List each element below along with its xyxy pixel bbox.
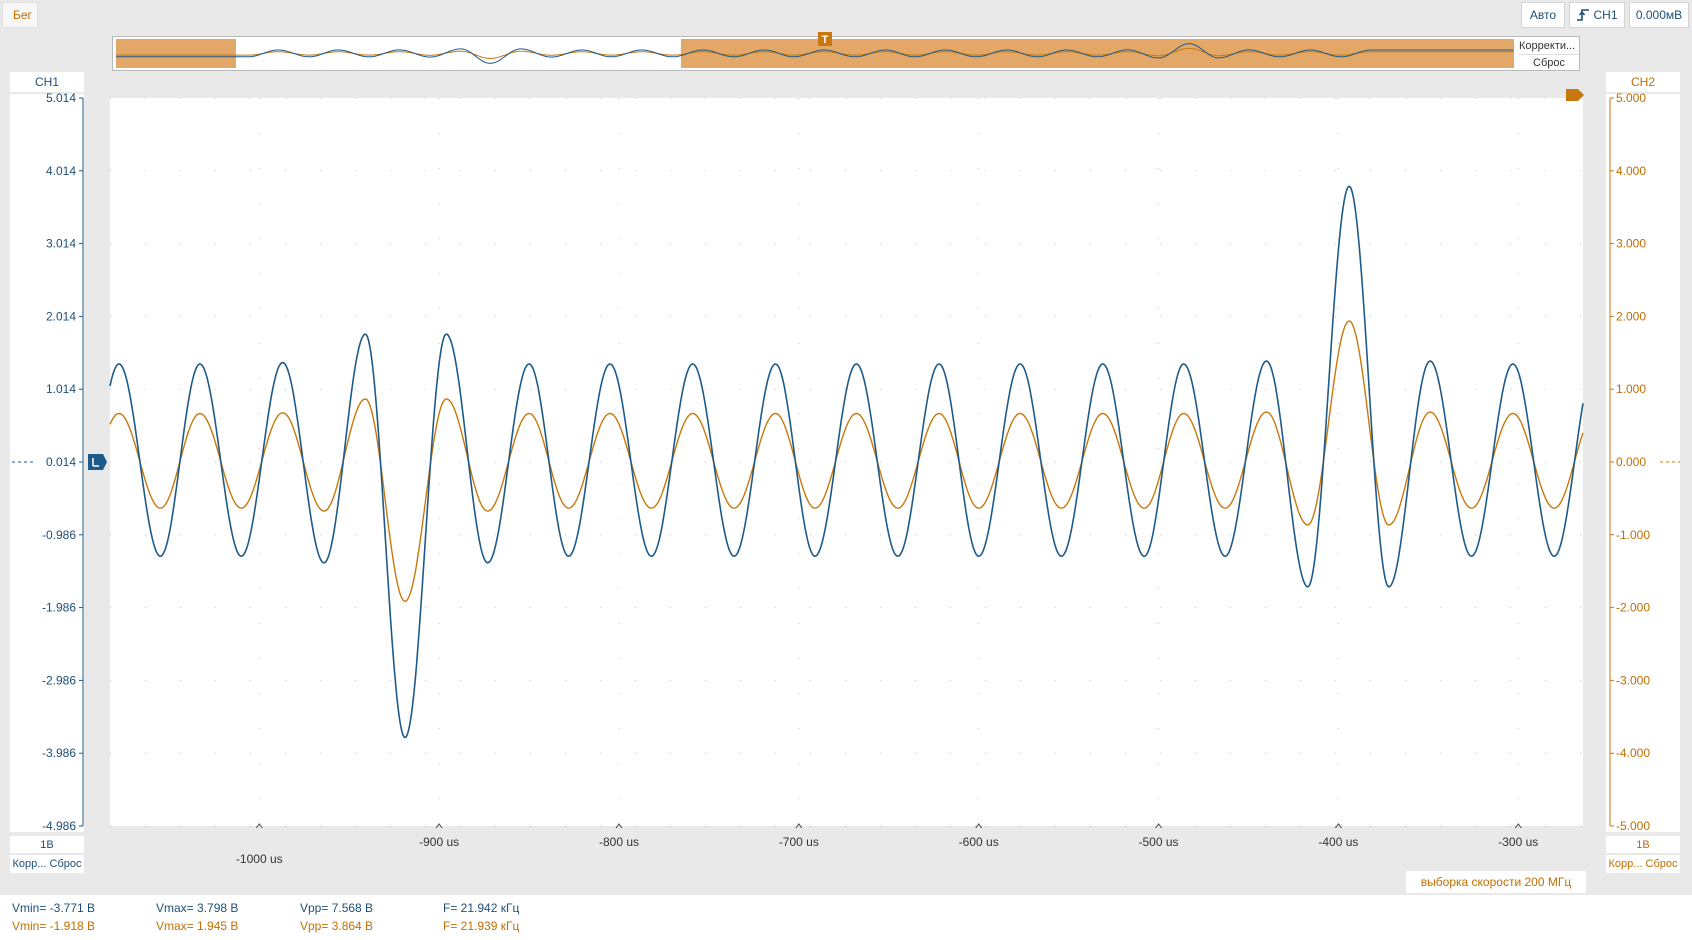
ch1-tick-label: 0.014 <box>46 455 76 469</box>
ch2-tick-label: 3.000 <box>1616 237 1646 251</box>
ch1-tick-label: 5.014 <box>46 91 76 105</box>
ch1-vmax: Vmax= 3.798 В <box>156 901 239 915</box>
ch1-vmin: Vmin= -3.771 В <box>12 901 96 915</box>
ch2-tick-label: -5.000 <box>1616 819 1650 833</box>
ch1-freq: F= 21.942 кГц <box>443 901 520 915</box>
ch2-vmin: Vmin= -1.918 В <box>12 919 96 933</box>
ch1-correct-reset[interactable]: Корр... Сброс <box>10 855 84 873</box>
ch2-vpp: Vpp= 3.864 В <box>300 919 374 933</box>
ch1-tick-label: 4.014 <box>46 164 76 178</box>
ch2-freq: F= 21.939 кГц <box>443 919 520 933</box>
ch2-tick-label: -3.000 <box>1616 673 1650 687</box>
ch1-scale-text: 1В <box>40 838 54 851</box>
ch2-tick-label: 0.000 <box>1616 455 1646 469</box>
ch2-correct-reset-text: Корр... Сброс <box>1608 858 1678 870</box>
ch1-vpp: Vpp= 7.568 В <box>300 901 374 915</box>
ch1-tick-label: -0.986 <box>42 528 76 542</box>
x-tick-label: -400 us <box>1318 835 1358 849</box>
ch2-vmax: Vmax= 1.945 В <box>156 919 239 933</box>
sample-rate-text: выборка скорости 200 МГц <box>1420 875 1572 889</box>
ch2-correct-reset[interactable]: Корр... Сброс <box>1606 855 1680 873</box>
ch2-tick-label: 5.000 <box>1616 91 1646 105</box>
ch1-tick-label: 1.014 <box>46 382 76 396</box>
ch1-tick-label: -4.986 <box>42 819 76 833</box>
plot-area <box>110 98 1583 826</box>
x-tick-label: -500 us <box>1139 835 1179 849</box>
ch2-tick-label: 1.000 <box>1616 382 1646 396</box>
overview-highlight-left <box>116 39 236 68</box>
oscilloscope-plot[interactable]: 5.014 4.014 3.014 2.014 1.014 0.014 -0.986 -1.9… <box>0 0 1692 940</box>
ch2-tick-label: 4.000 <box>1616 164 1646 178</box>
ch1-tick-label: 2.014 <box>46 309 76 323</box>
x-tick-label: -1000 us <box>236 852 283 866</box>
ch2-tick-label: -2.000 <box>1616 601 1650 615</box>
x-tick-label: -800 us <box>599 835 639 849</box>
ch1-correct-reset-text: Корр... Сброс <box>12 858 82 870</box>
x-tick-label: -900 us <box>419 835 459 849</box>
overview-trigger-glyph: T <box>822 34 829 46</box>
x-tick-label: -600 us <box>959 835 999 849</box>
ch2-tick-label: -1.000 <box>1616 528 1650 542</box>
ch2-tick-label: 2.000 <box>1616 309 1646 323</box>
ch2-scale[interactable]: 1В <box>1606 836 1680 853</box>
ch1-tick-label: 3.014 <box>46 237 76 251</box>
x-tick-label: -700 us <box>779 835 819 849</box>
x-tick-label: -300 us <box>1498 835 1538 849</box>
ch2-scale-text: 1В <box>1636 838 1650 851</box>
ch1-scale[interactable]: 1В <box>10 836 84 853</box>
ch1-tick-label: -3.986 <box>42 746 76 760</box>
ch2-tick-label: -4.000 <box>1616 746 1650 760</box>
ch1-zero-marker <box>88 454 107 470</box>
measurements-panel <box>0 895 1692 940</box>
ch1-tick-label: -1.986 <box>42 601 76 615</box>
ch1-tick-label: -2.986 <box>42 673 76 687</box>
sample-rate-label: выборка скорости 200 МГц <box>1406 871 1586 893</box>
